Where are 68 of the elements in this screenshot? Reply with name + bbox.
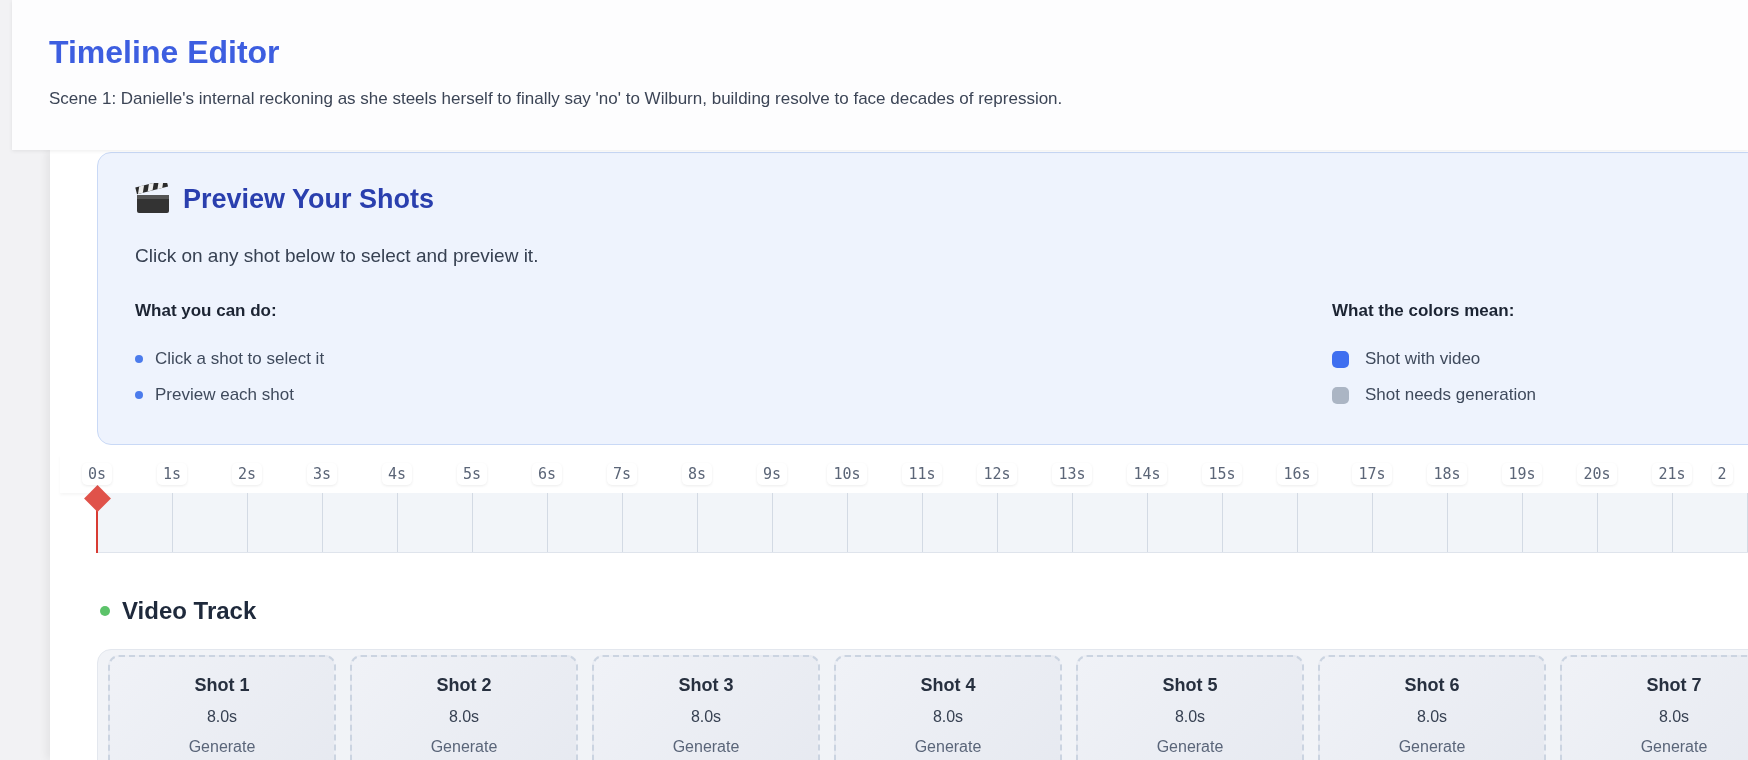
shot-name: Shot 1 [194,675,250,696]
time-label: 13s [1052,463,1092,485]
time-label: 14s [1127,463,1167,485]
time-label: 15s [1202,463,1242,485]
shot-card[interactable]: Shot 7 8.0s Generate [1560,655,1748,760]
shot-status: Generate [914,738,982,756]
section-heading: What you can do: [135,301,278,321]
time-label: 4s [381,463,413,485]
time-label: 7s [606,463,638,485]
shot-card[interactable]: Shot 3 8.0s Generate [592,655,820,760]
shot-name: Shot 3 [678,675,734,696]
shot-name: Shot 5 [1162,675,1218,696]
time-label: 3s [306,463,338,485]
legend-label: Shot needs generation [1365,385,1537,405]
shot-card[interactable]: Shot 6 8.0s Generate [1318,655,1546,760]
time-label: 16s [1277,463,1317,485]
shot-status: Generate [1640,738,1708,756]
shot-name: Shot 2 [436,675,492,696]
shot-name: Shot 6 [1404,675,1460,696]
time-label: 21s [1652,463,1692,485]
time-label: 0s [81,463,113,485]
shot-card[interactable]: Shot 1 8.0s Generate [108,655,336,760]
time-label: 6s [531,463,563,485]
time-label: 2 [1711,463,1733,485]
shot-status: Generate [1156,738,1224,756]
shot-duration: 8.0s [932,708,964,726]
list-item: Preview each shot [155,385,294,405]
clapperboard-icon [135,183,171,215]
section-heading: What the colors mean: [1332,301,1516,321]
time-label: 19s [1502,463,1542,485]
shot-duration: 8.0s [1416,708,1448,726]
instruction-text: Click on any shot below to select and preview it. [135,245,540,267]
bullet-icon [135,355,143,363]
shot-status: Generate [188,738,256,756]
legend-label: Shot with video [1365,349,1481,369]
time-label: 5s [456,463,488,485]
panel-heading: Preview Your Shots [183,183,435,215]
shot-name: Shot 4 [920,675,976,696]
shot-duration: 8.0s [1174,708,1206,726]
bullet-icon [135,391,143,399]
time-label: 17s [1352,463,1392,485]
list-item: Click a shot to select it [155,349,325,369]
shot-status: Generate [430,738,498,756]
page-title: Timeline Editor [49,34,281,71]
shot-card[interactable]: Shot 4 8.0s Generate [834,655,1062,760]
shot-duration: 8.0s [1658,708,1690,726]
time-label: 18s [1427,463,1467,485]
status-dot [100,606,110,616]
time-label: 20s [1577,463,1617,485]
time-label: 11s [902,463,942,485]
shot-status: Generate [1398,738,1466,756]
time-label: 9s [756,463,788,485]
shot-status: Generate [672,738,740,756]
playhead-handle[interactable] [85,487,109,553]
shot-duration: 8.0s [206,708,238,726]
timeline-track[interactable] [97,493,1748,553]
time-label: 12s [977,463,1017,485]
shot-duration: 8.0s [690,708,722,726]
shot-duration: 8.0s [448,708,480,726]
shot-name: Shot 7 [1646,675,1702,696]
shot-card[interactable]: Shot 2 8.0s Generate [350,655,578,760]
track-title: Video Track [122,597,257,625]
scene-description: Scene 1: Danielle's internal reckoning as she steels herself to finally say 'no' to Wilburn, building resolve to face decades of repression. [49,89,1064,109]
time-label: 1s [156,463,188,485]
time-label: 8s [681,463,713,485]
shot-card[interactable]: Shot 5 8.0s Generate [1076,655,1304,760]
time-label: 2s [231,463,263,485]
time-label: 10s [827,463,867,485]
